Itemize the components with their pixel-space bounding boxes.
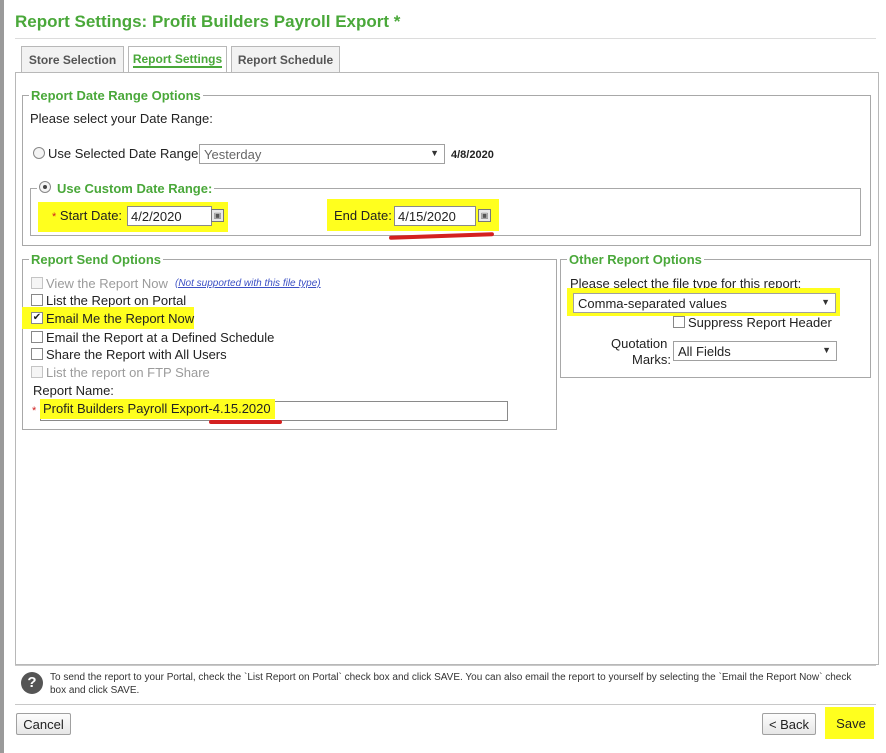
share-all-users-label: Share the Report with All Users [46, 347, 227, 362]
not-supported-link[interactable]: (Not supported with this file type) [175, 278, 321, 289]
save-button[interactable]: Save [831, 712, 871, 734]
cancel-button[interactable]: Cancel [16, 713, 71, 735]
chevron-down-icon: ▼ [822, 345, 831, 355]
list-ftp-share-label: List the report on FTP Share [46, 365, 210, 380]
file-type-select[interactable]: Comma-separated values ▼ [573, 293, 836, 313]
suppress-header-checkbox[interactable] [673, 316, 685, 328]
quotation-label-marks: Marks: [632, 352, 671, 367]
send-options-legend: Report Send Options [31, 252, 161, 267]
start-date-input[interactable]: 4/2/2020 [127, 206, 212, 226]
quotation-label: Quotation [611, 336, 668, 351]
date-range-legend: Report Date Range Options [31, 88, 201, 103]
page-title: Report Settings: Profit Builders Payroll… [15, 12, 401, 31]
footer-divider [15, 704, 876, 705]
tab-label: Store Selection [28, 52, 117, 67]
list-report-portal-label: List the Report on Portal [46, 293, 187, 308]
email-report-now-label: Email Me the Report Now [46, 311, 195, 326]
tab-label: Report Schedule [237, 52, 334, 67]
back-button[interactable]: < Back [762, 713, 816, 735]
chevron-down-icon: ▼ [430, 148, 439, 158]
report-name-label: Report Name: [33, 383, 114, 398]
annotation-underline [209, 420, 282, 424]
date-range-prompt: Please select your Date Range: [30, 111, 213, 126]
share-all-users-checkbox[interactable] [31, 348, 43, 360]
end-date-input[interactable]: 4/15/2020 [394, 206, 476, 226]
other-options-legend: Other Report Options [569, 252, 702, 267]
email-report-now-checkbox[interactable]: ✔ [31, 312, 43, 324]
question-icon: ? [21, 672, 43, 694]
custom-date-legend: Use Custom Date Range: [57, 181, 213, 196]
quotation-marks-value: All Fields [678, 343, 731, 359]
date-range-select-value: Yesterday [204, 146, 262, 162]
list-ftp-share-checkbox[interactable] [31, 366, 43, 378]
tab-store-selection[interactable]: Store Selection [21, 46, 124, 72]
view-report-now-label: View the Report Now [46, 276, 168, 291]
email-schedule-checkbox[interactable] [31, 331, 43, 343]
help-divider [15, 665, 876, 666]
start-date-label: * Start Date: [52, 208, 123, 223]
report-name-value: Profit Builders Payroll Export-4.15.2020 [40, 399, 275, 419]
custom-date-range-radio[interactable] [39, 181, 51, 193]
list-report-portal-checkbox[interactable] [31, 294, 43, 306]
email-schedule-label: Email the Report at a Defined Schedule [46, 330, 275, 345]
chevron-down-icon: ▼ [821, 297, 830, 307]
calendar-icon[interactable]: ▣ [211, 209, 224, 222]
tab-label: Report Settings [132, 52, 223, 68]
selected-date-display: 4/8/2020 [451, 149, 494, 161]
selected-date-range-radio[interactable] [33, 147, 45, 159]
date-range-select[interactable]: Yesterday ▼ [199, 144, 445, 164]
file-type-select-value: Comma-separated values [578, 295, 727, 311]
view-report-now-checkbox[interactable] [31, 277, 43, 289]
quotation-marks-select[interactable]: All Fields ▼ [673, 341, 837, 361]
required-mark: * [32, 405, 37, 417]
window-edge [0, 0, 4, 753]
suppress-header-label: Suppress Report Header [688, 315, 832, 330]
title-divider [15, 38, 876, 39]
tab-report-settings[interactable]: Report Settings [128, 46, 227, 73]
selected-date-range-label: Use Selected Date Range: [48, 146, 202, 161]
end-date-label: End Date: [334, 208, 392, 223]
tab-report-schedule[interactable]: Report Schedule [231, 46, 340, 72]
calendar-icon[interactable]: ▣ [478, 209, 491, 222]
help-text: To send the report to your Portal, check… [50, 672, 852, 696]
